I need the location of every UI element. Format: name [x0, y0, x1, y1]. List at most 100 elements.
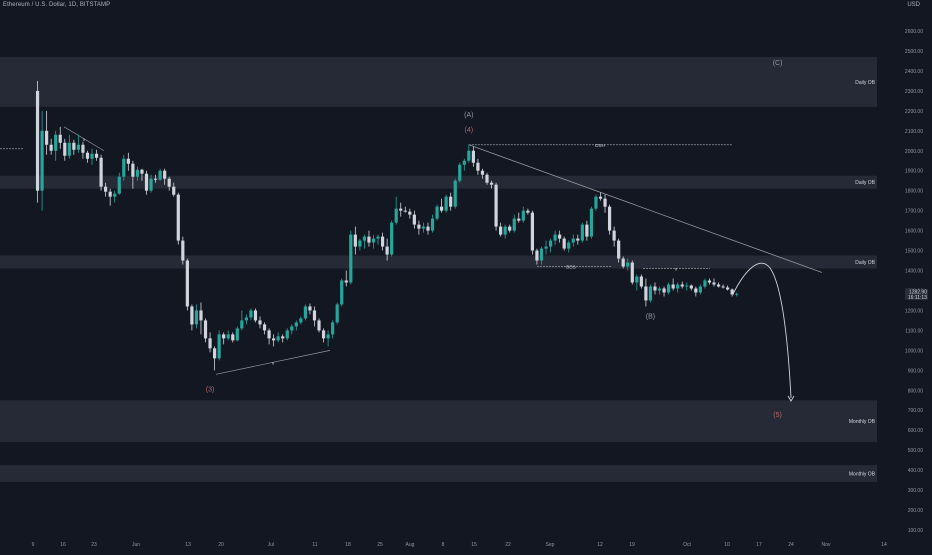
- candle: [203, 318, 208, 343]
- candle-body: [126, 158, 130, 164]
- candle-body: [45, 130, 49, 145]
- candle-body: [449, 196, 453, 207]
- y-tick-label: 100.00: [908, 528, 924, 534]
- candle: [403, 206, 407, 213]
- zone-label-2: Daily OB: [855, 180, 875, 186]
- candle-body: [54, 134, 58, 151]
- x-tick-label: Aug: [406, 542, 415, 548]
- x-tick-label: 20: [218, 542, 224, 548]
- candle-body: [648, 286, 653, 301]
- zone-1: [0, 56, 877, 107]
- candle: [453, 178, 457, 209]
- candle: [267, 328, 271, 345]
- y-tick-label: 1500.00: [905, 249, 923, 255]
- candle-body: [331, 322, 335, 335]
- y-tick-label: 2100.00: [905, 129, 923, 135]
- y-tick-label: 1100.00: [905, 328, 923, 334]
- candle-body: [626, 262, 630, 267]
- candle-body: [598, 196, 603, 199]
- candle: [367, 230, 371, 247]
- candle: [303, 304, 307, 321]
- candle: [308, 303, 312, 315]
- wave-label: (C): [773, 60, 783, 67]
- candle: [235, 326, 239, 342]
- y-tick-label: 600.00: [908, 428, 924, 434]
- candle-body: [353, 234, 357, 247]
- candle-body: [558, 234, 562, 239]
- candle-body: [67, 142, 71, 156]
- candle: [76, 134, 80, 153]
- candle-body: [440, 206, 444, 211]
- candle-body: [680, 284, 684, 287]
- candle-body: [667, 284, 671, 293]
- candlesticks: [35, 80, 739, 371]
- candle: [412, 210, 416, 229]
- candle: [562, 236, 566, 251]
- candle-body: [716, 284, 721, 287]
- candle-body: [358, 240, 362, 247]
- candle: [394, 196, 398, 225]
- x-tick-label: 25: [377, 542, 383, 548]
- candle: [217, 330, 221, 361]
- candle-body: [735, 293, 739, 295]
- candle-body: [594, 196, 598, 209]
- candle: [222, 332, 226, 345]
- x-tick-label: 14: [881, 542, 887, 548]
- candle-body: [181, 240, 185, 261]
- candle: [662, 286, 666, 297]
- candle-body: [499, 226, 503, 235]
- candle: [508, 224, 512, 233]
- wave-label: (B): [646, 313, 655, 320]
- candle-body: [176, 194, 180, 241]
- candle-body: [135, 169, 140, 177]
- candle: [421, 222, 426, 233]
- candle-body: [417, 224, 421, 229]
- x-tick-label: Nov: [822, 542, 831, 548]
- candle-body: [589, 208, 594, 237]
- candle-body: [562, 238, 566, 249]
- candle-body: [231, 334, 235, 341]
- candle: [567, 240, 571, 253]
- candle-body: [726, 287, 730, 290]
- candle-body: [698, 286, 702, 293]
- candle-body: [539, 248, 544, 261]
- candle: [312, 306, 317, 327]
- candle: [644, 278, 648, 307]
- candle-body: [630, 262, 634, 283]
- candle: [694, 286, 698, 297]
- time-axis: 9 16 23 Jun 13 20 Jul 11 18 25 Aug 8 15 22 Sep 12 19 Oct 1…: [32, 542, 887, 548]
- candle: [630, 260, 634, 285]
- candle-body: [267, 330, 271, 339]
- candle-body: [580, 224, 584, 241]
- candle: [294, 320, 298, 331]
- candle: [63, 138, 67, 161]
- candle: [181, 236, 185, 265]
- candle: [108, 188, 112, 206]
- candle: [503, 224, 507, 239]
- candle: [85, 150, 90, 163]
- candle: [99, 154, 103, 191]
- candle-body: [548, 240, 553, 247]
- candle: [58, 126, 62, 149]
- candle-body: [117, 176, 121, 194]
- candle-body: [235, 328, 239, 341]
- x-tick-label: 18: [345, 542, 351, 548]
- candle: [240, 310, 244, 331]
- zone-label-4: Monthly OB: [849, 419, 876, 425]
- candle-body: [421, 226, 426, 229]
- candle: [299, 316, 303, 325]
- y-tick-label: 2300.00: [905, 89, 923, 95]
- candle-body: [276, 336, 280, 341]
- candle: [45, 110, 49, 155]
- chart-panel[interactable]: Daily OB Daily OB Daily OB Monthly OB Monthl…: [0, 0, 932, 550]
- candle-body: [385, 246, 389, 255]
- candle-body: [635, 276, 639, 283]
- candle: [208, 332, 212, 353]
- price-chart[interactable]: Daily OB Daily OB Daily OB Monthly OB Monthl…: [0, 0, 932, 550]
- candle: [176, 192, 180, 245]
- candle-body: [262, 324, 267, 331]
- candle-body: [76, 144, 80, 150]
- symbol-title[interactable]: Ethereum / U.S. Dollar, 1D, BITSTAMP: [3, 2, 110, 8]
- candle-body: [703, 280, 707, 287]
- candle-body: [249, 310, 253, 318]
